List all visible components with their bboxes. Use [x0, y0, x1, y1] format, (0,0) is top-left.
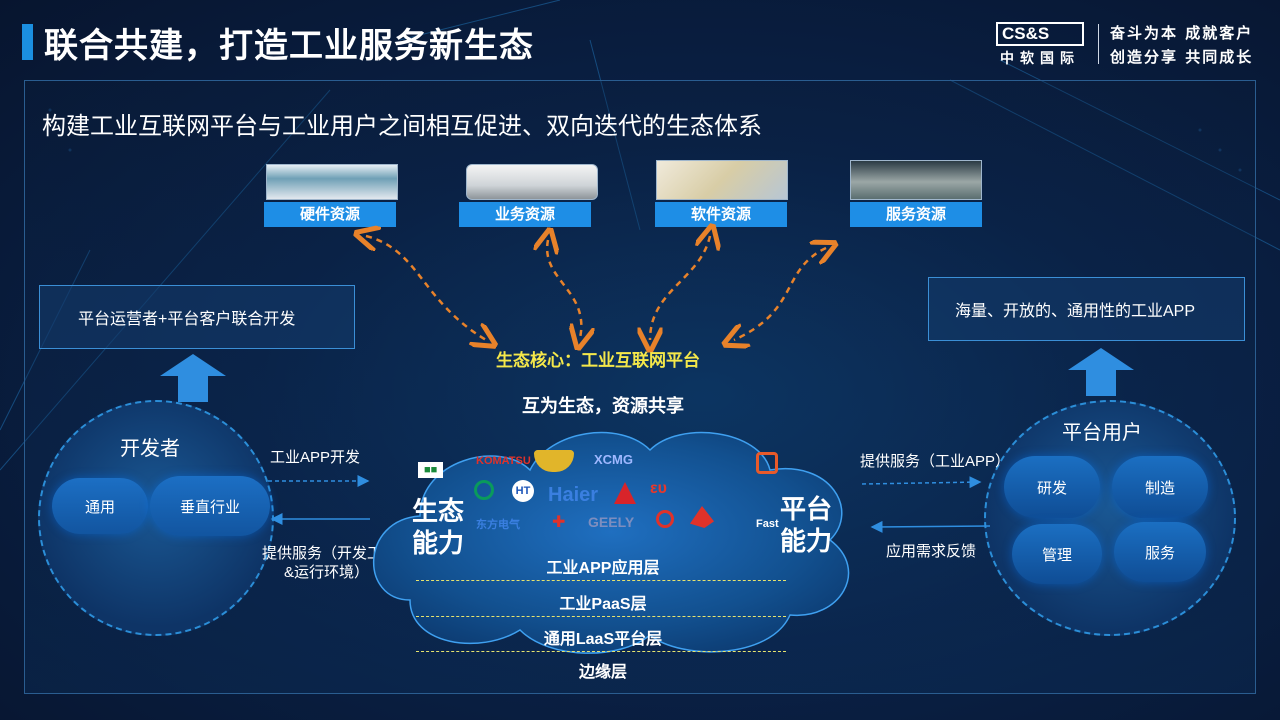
partner-logo-orange	[756, 452, 778, 474]
layer-divider-1	[416, 580, 786, 581]
layer-paas: 工业PaaS层	[559, 596, 647, 613]
partner-logo-komatsu: KOMATSU	[476, 455, 531, 467]
partner-logo-xcmg: XCMG	[594, 452, 633, 467]
partner-logo-ht: HT	[512, 480, 534, 502]
partner-logo-star: ✚	[552, 514, 566, 531]
partner-logo-ring	[656, 510, 674, 528]
layer-edge: 边缘层	[578, 664, 627, 681]
layer-app: 工业APP应用层	[546, 560, 660, 577]
core-title: 生态核心：工业互联网平台	[496, 351, 700, 370]
partner-logo-teal	[474, 480, 494, 500]
eco-capability-1: 生态	[412, 496, 465, 526]
partner-logo-dongfang: 东方电气	[476, 519, 520, 531]
platform-capability-1: 平台	[780, 494, 833, 524]
platform-capability-2: 能力	[780, 526, 833, 556]
layer-laas: 通用LaaS平台层	[543, 631, 663, 648]
partner-logo-geely: GEELY	[588, 514, 635, 530]
partner-logo-green: ■■	[418, 462, 444, 478]
partner-logo-fast: Fast	[756, 518, 779, 530]
partner-logo-haier: Haier	[548, 484, 599, 506]
layer-divider-3	[416, 651, 786, 652]
partner-logo-evi: ευ	[650, 480, 667, 497]
layer-divider-2	[416, 616, 786, 617]
resource-share-text: 互为生态，资源共享	[522, 396, 684, 416]
